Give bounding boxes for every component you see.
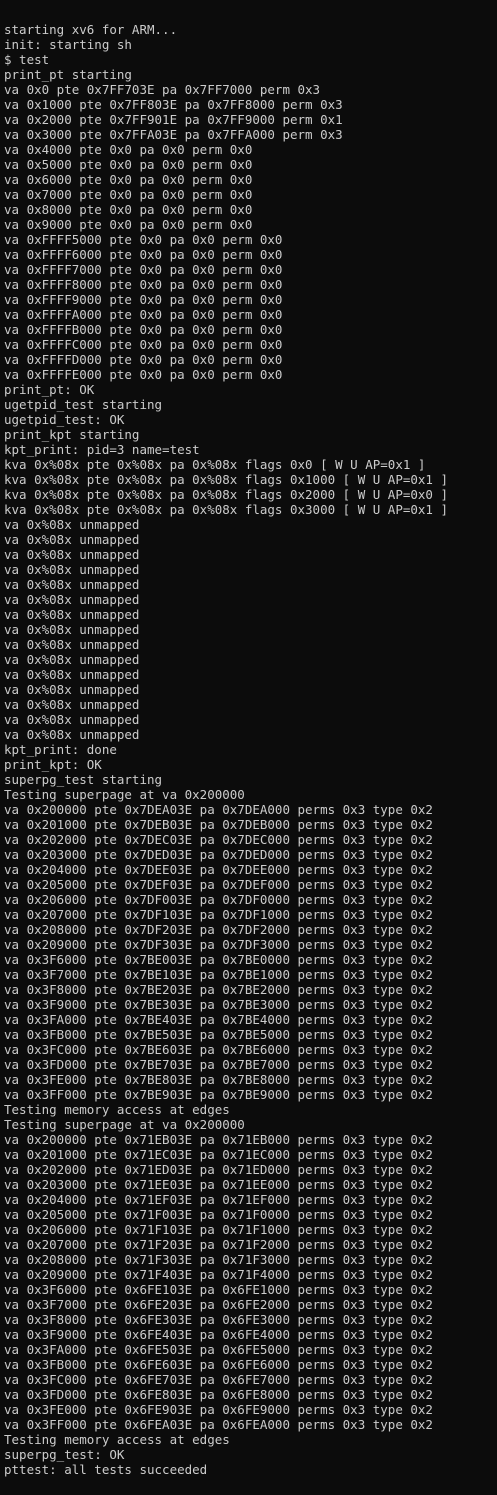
- terminal-line: va 0x%08x unmapped: [4, 532, 140, 547]
- terminal-line: va 0x209000 pte 0x71F403E pa 0x71F4000 p…: [4, 1267, 433, 1282]
- terminal-line: va 0x3F6000 pte 0x6FE103E pa 0x6FE1000 p…: [4, 1282, 433, 1297]
- terminal-line: va 0x207000 pte 0x7DF103E pa 0x7DF1000 p…: [4, 907, 433, 922]
- terminal-line: va 0x5000 pte 0x0 pa 0x0 perm 0x0: [4, 157, 253, 172]
- terminal-line: va 0x3FB000 pte 0x7BE503E pa 0x7BE5000 p…: [4, 1027, 433, 1042]
- terminal-line: va 0x3F8000 pte 0x6FE303E pa 0x6FE3000 p…: [4, 1312, 433, 1327]
- terminal-line: va 0x3F9000 pte 0x6FE403E pa 0x6FE4000 p…: [4, 1327, 433, 1342]
- terminal-output[interactable]: starting xv6 for ARM... init: starting sh…: [4, 0, 497, 1495]
- terminal-line: va 0x202000 pte 0x71ED03E pa 0x71ED000 p…: [4, 1162, 433, 1177]
- terminal-line: va 0x%08x unmapped: [4, 697, 140, 712]
- terminal-line: va 0x%08x unmapped: [4, 667, 140, 682]
- terminal-line: kpt_print: pid=3 name=test: [4, 442, 200, 457]
- terminal-line: va 0x0 pte 0x7FF703E pa 0x7FF7000 perm 0…: [4, 82, 321, 97]
- terminal-line: va 0x205000 pte 0x71F003E pa 0x71F0000 p…: [4, 1207, 433, 1222]
- terminal-line: va 0xFFFFC000 pte 0x0 pa 0x0 perm 0x0: [4, 337, 283, 352]
- terminal-line: va 0xFFFFA000 pte 0x0 pa 0x0 perm 0x0: [4, 307, 283, 322]
- terminal-line: va 0x8000 pte 0x0 pa 0x0 perm 0x0: [4, 202, 253, 217]
- terminal-line: Testing superpage at va 0x200000: [4, 787, 245, 802]
- terminal-line: pttest: all tests succeeded: [4, 1462, 208, 1477]
- terminal-line: va 0x%08x unmapped: [4, 622, 140, 637]
- terminal-line: va 0x3F7000 pte 0x7BE103E pa 0x7BE1000 p…: [4, 967, 433, 982]
- terminal-line: va 0x%08x unmapped: [4, 592, 140, 607]
- terminal-line: va 0x7000 pte 0x0 pa 0x0 perm 0x0: [4, 187, 253, 202]
- terminal-line: va 0x206000 pte 0x71F103E pa 0x71F1000 p…: [4, 1222, 433, 1237]
- terminal-line: va 0x%08x unmapped: [4, 712, 140, 727]
- terminal-line: va 0x3FA000 pte 0x7BE403E pa 0x7BE4000 p…: [4, 1012, 433, 1027]
- terminal-line: va 0x3FF000 pte 0x6FEA03E pa 0x6FEA000 p…: [4, 1417, 433, 1432]
- terminal-line: init: starting sh: [4, 37, 132, 52]
- terminal-line: va 0x3FC000 pte 0x7BE603E pa 0x7BE6000 p…: [4, 1042, 433, 1057]
- terminal-line: va 0x201000 pte 0x71EC03E pa 0x71EC000 p…: [4, 1147, 433, 1162]
- terminal-line: va 0x3FD000 pte 0x7BE703E pa 0x7BE7000 p…: [4, 1057, 433, 1072]
- terminal-line: va 0x208000 pte 0x71F303E pa 0x71F3000 p…: [4, 1252, 433, 1267]
- terminal-line: va 0x205000 pte 0x7DEF03E pa 0x7DEF000 p…: [4, 877, 433, 892]
- terminal-line: va 0x3FB000 pte 0x6FE603E pa 0x6FE6000 p…: [4, 1357, 433, 1372]
- terminal-line: Testing memory access at edges: [4, 1102, 230, 1117]
- terminal-line: va 0x%08x unmapped: [4, 682, 140, 697]
- terminal-line: va 0x%08x unmapped: [4, 577, 140, 592]
- terminal-line: va 0x201000 pte 0x7DEB03E pa 0x7DEB000 p…: [4, 817, 433, 832]
- terminal-line: va 0xFFFF8000 pte 0x0 pa 0x0 perm 0x0: [4, 277, 283, 292]
- terminal-line: superpg_test starting: [4, 772, 163, 787]
- terminal-line: va 0xFFFF7000 pte 0x0 pa 0x0 perm 0x0: [4, 262, 283, 277]
- terminal-line: va 0xFFFF9000 pte 0x0 pa 0x0 perm 0x0: [4, 292, 283, 307]
- terminal-line: va 0x%08x unmapped: [4, 562, 140, 577]
- terminal-line: va 0x207000 pte 0x71F203E pa 0x71F2000 p…: [4, 1237, 433, 1252]
- terminal-line: va 0xFFFFD000 pte 0x0 pa 0x0 perm 0x0: [4, 352, 283, 367]
- terminal-line: va 0x204000 pte 0x71EF03E pa 0x71EF000 p…: [4, 1192, 433, 1207]
- terminal-line: Testing memory access at edges: [4, 1432, 230, 1447]
- terminal-line: va 0xFFFFE000 pte 0x0 pa 0x0 perm 0x0: [4, 367, 283, 382]
- terminal-line: superpg_test: OK: [4, 1447, 125, 1462]
- terminal-line: va 0x3F8000 pte 0x7BE203E pa 0x7BE2000 p…: [4, 982, 433, 997]
- terminal-line: va 0x204000 pte 0x7DEE03E pa 0x7DEE000 p…: [4, 862, 433, 877]
- terminal-line: kva 0x%08x pte 0x%08x pa 0x%08x flags 0x…: [4, 502, 449, 517]
- terminal-line: va 0x3F6000 pte 0x7BE003E pa 0x7BE0000 p…: [4, 952, 433, 967]
- terminal-line: va 0x208000 pte 0x7DF203E pa 0x7DF2000 p…: [4, 922, 433, 937]
- terminal-line: va 0x%08x unmapped: [4, 607, 140, 622]
- terminal-line: va 0x3FD000 pte 0x6FE803E pa 0x6FE8000 p…: [4, 1387, 433, 1402]
- terminal-line: va 0x3FA000 pte 0x6FE503E pa 0x6FE5000 p…: [4, 1342, 433, 1357]
- terminal-line: va 0x200000 pte 0x7DEA03E pa 0x7DEA000 p…: [4, 802, 433, 817]
- terminal-line: va 0x3FE000 pte 0x7BE803E pa 0x7BE8000 p…: [4, 1072, 433, 1087]
- terminal-line: starting xv6 for ARM...: [4, 22, 178, 37]
- terminal-line: va 0x206000 pte 0x7DF003E pa 0x7DF0000 p…: [4, 892, 433, 907]
- terminal-line: va 0x2000 pte 0x7FF901E pa 0x7FF9000 per…: [4, 112, 343, 127]
- terminal-line: va 0xFFFF6000 pte 0x0 pa 0x0 perm 0x0: [4, 247, 283, 262]
- terminal-line: va 0xFFFFB000 pte 0x0 pa 0x0 perm 0x0: [4, 322, 283, 337]
- terminal-line: va 0x%08x unmapped: [4, 637, 140, 652]
- terminal-line: ugetpid_test: OK: [4, 412, 125, 427]
- terminal-line: va 0x3FC000 pte 0x6FE703E pa 0x6FE7000 p…: [4, 1372, 433, 1387]
- terminal-line: va 0x202000 pte 0x7DEC03E pa 0x7DEC000 p…: [4, 832, 433, 847]
- terminal-line: kva 0x%08x pte 0x%08x pa 0x%08x flags 0x…: [4, 472, 449, 487]
- terminal-line: va 0x4000 pte 0x0 pa 0x0 perm 0x0: [4, 142, 253, 157]
- terminal-line: va 0x6000 pte 0x0 pa 0x0 perm 0x0: [4, 172, 253, 187]
- terminal-line: va 0x%08x unmapped: [4, 727, 140, 742]
- terminal-line: va 0x203000 pte 0x7DED03E pa 0x7DED000 p…: [4, 847, 433, 862]
- terminal-line: print_kpt starting: [4, 427, 140, 442]
- terminal-line: va 0x3F9000 pte 0x7BE303E pa 0x7BE3000 p…: [4, 997, 433, 1012]
- terminal-line: print_kpt: OK: [4, 757, 102, 772]
- terminal-line: kva 0x%08x pte 0x%08x pa 0x%08x flags 0x…: [4, 457, 426, 472]
- terminal-line: print_pt: OK: [4, 382, 95, 397]
- terminal-line: va 0x1000 pte 0x7FF803E pa 0x7FF8000 per…: [4, 97, 343, 112]
- terminal-line: $ test: [4, 52, 50, 67]
- terminal-line: va 0x9000 pte 0x0 pa 0x0 perm 0x0: [4, 217, 253, 232]
- terminal-line: va 0x%08x unmapped: [4, 652, 140, 667]
- terminal-line: va 0x209000 pte 0x7DF303E pa 0x7DF3000 p…: [4, 937, 433, 952]
- terminal-line: print_pt starting: [4, 67, 132, 82]
- terminal-line: va 0x200000 pte 0x71EB03E pa 0x71EB000 p…: [4, 1132, 433, 1147]
- terminal-line: kpt_print: done: [4, 742, 117, 757]
- terminal-line: va 0x%08x unmapped: [4, 517, 140, 532]
- terminal-line: va 0x3F7000 pte 0x6FE203E pa 0x6FE2000 p…: [4, 1297, 433, 1312]
- terminal-line: va 0xFFFF5000 pte 0x0 pa 0x0 perm 0x0: [4, 232, 283, 247]
- terminal-line: va 0x3FE000 pte 0x6FE903E pa 0x6FE9000 p…: [4, 1402, 433, 1417]
- terminal-line: Testing superpage at va 0x200000: [4, 1117, 245, 1132]
- terminal-line: kva 0x%08x pte 0x%08x pa 0x%08x flags 0x…: [4, 487, 449, 502]
- terminal-line: ugetpid_test starting: [4, 397, 163, 412]
- terminal-line: va 0x3FF000 pte 0x7BE903E pa 0x7BE9000 p…: [4, 1087, 433, 1102]
- terminal-line: va 0x203000 pte 0x71EE03E pa 0x71EE000 p…: [4, 1177, 433, 1192]
- terminal-line: va 0x3000 pte 0x7FFA03E pa 0x7FFA000 per…: [4, 127, 343, 142]
- terminal-lines: starting xv6 for ARM... init: starting sh…: [4, 22, 497, 1477]
- terminal-line: va 0x%08x unmapped: [4, 547, 140, 562]
